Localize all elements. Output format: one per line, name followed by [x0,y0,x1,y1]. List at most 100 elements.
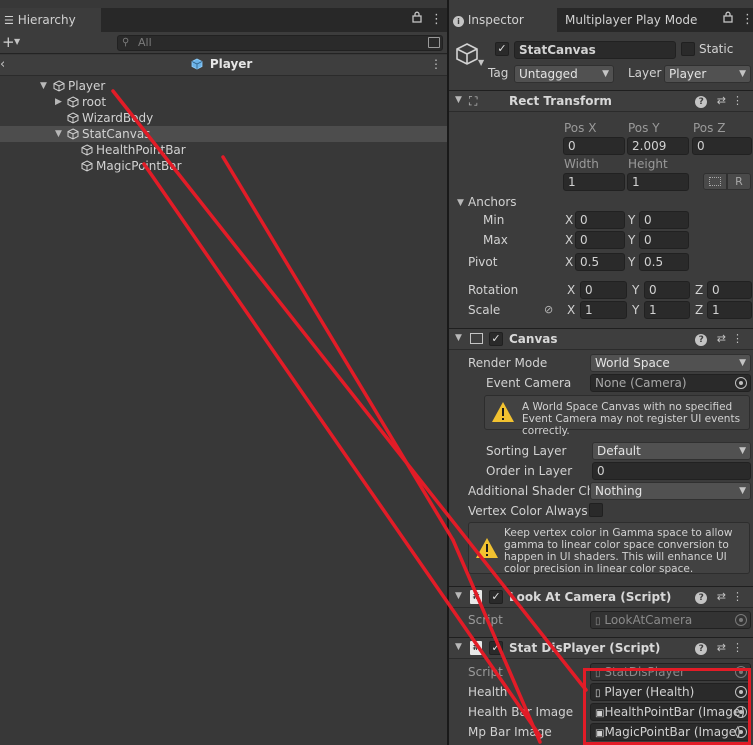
posx-field[interactable]: 0 [563,137,625,155]
scale-y-field[interactable]: 1 [644,301,690,319]
layer-dropdown[interactable]: Player ▼ [664,65,751,83]
order-in-layer-label: Order in Layer [486,464,573,478]
rect-transform-header[interactable]: ▼ ⛶ Rect Transform ? ⇄⋮ [449,90,753,112]
stat-displayer-header[interactable]: ▼ # ✓ Stat DisPlayer (Script) ? ⇄⋮ [449,637,753,659]
component-menu-icon[interactable]: ⋮ [732,94,749,107]
pivot-x-field[interactable]: 0.5 [575,253,625,271]
scale-x-field[interactable]: 1 [580,301,627,319]
look-at-enabled-checkbox[interactable]: ✓ [489,590,503,604]
tab-inspector[interactable]: i Inspector [449,8,557,32]
search-input[interactable]: ⚲ All [117,35,443,51]
scale-z-field[interactable]: 1 [707,301,752,319]
look-at-script-field: ▯ LookAtCamera [590,611,751,629]
search-options-icon[interactable] [428,37,440,48]
pivot-y-field[interactable]: 0.5 [639,253,689,271]
tree-item-root[interactable]: ▶ root [0,94,447,110]
unlink-icon[interactable]: ⊘ [544,303,553,316]
layer-label: Layer [628,66,662,80]
static-checkbox[interactable] [681,42,695,56]
health-field[interactable]: ▯ Player (Health) [590,683,751,701]
object-picker-icon[interactable] [735,686,747,698]
render-mode-dropdown[interactable]: World Space ▼ [590,354,751,372]
event-camera-field[interactable]: None (Camera) [590,374,751,392]
object-picker-icon[interactable] [735,706,747,718]
scene-menu-icon[interactable]: ⋮ [430,57,442,71]
posz-field[interactable]: 0 [692,137,752,155]
icon-dropdown-icon[interactable]: ▼ [478,58,484,67]
lock-icon[interactable] [412,8,422,32]
canvas-enabled-checkbox[interactable]: ✓ [489,332,503,346]
doc-icon: ▯ [595,616,601,627]
anchor-min-x-field[interactable]: 0 [575,211,625,229]
posy-field[interactable]: 2.009 [627,137,689,155]
canvas-header[interactable]: ▼ ✓ Canvas ? ⇄⋮ [449,328,753,350]
help-icon[interactable]: ? [695,592,708,604]
object-name-field[interactable]: StatCanvas [514,41,676,59]
mp-bar-image-field[interactable]: ▣MagicPointBar (Image) [590,723,751,741]
presets-icon[interactable]: ⇄ [717,94,732,107]
anchor-min-y-field[interactable]: 0 [639,211,689,229]
anchor-max-x-field[interactable]: 0 [575,231,625,249]
expand-arrow-icon[interactable]: ▼ [40,78,47,94]
object-picker-icon [735,666,747,678]
presets-icon[interactable]: ⇄ [717,332,732,345]
help-icon[interactable]: ? [695,643,708,655]
tree-item-magicpointbar[interactable]: MagicPointBar [0,158,447,174]
rotation-x-field[interactable]: 0 [580,281,627,299]
help-icon[interactable]: ? [695,334,708,346]
component-header-icons: ? ⇄⋮ [695,94,749,108]
more-menu-icon[interactable]: ⋮ [741,8,753,32]
hierarchy-tree: ▼ Player ▶ root WizardBody ▼ StatCanvas … [0,77,447,745]
object-picker-icon[interactable] [735,377,747,389]
rotation-y-field[interactable]: 0 [644,281,690,299]
x-label: X [565,213,574,227]
back-chevron-icon[interactable]: ‹ [0,57,5,72]
tree-item-healthpointbar[interactable]: HealthPointBar [0,142,447,158]
health-bar-image-value: HealthPointBar (Image) [604,705,745,719]
raw-edit-button[interactable]: R [727,173,751,190]
tree-item-statcanvas[interactable]: ▼ StatCanvas [0,126,447,142]
anchors-foldout-icon[interactable]: ▼ [457,198,464,208]
width-field[interactable]: 1 [563,173,625,191]
component-menu-icon[interactable]: ⋮ [732,590,749,603]
look-at-camera-header[interactable]: ▼ # ✓ Look At Camera (Script) ? ⇄⋮ [449,586,753,608]
foldout-arrow-icon[interactable]: ▼ [455,591,462,601]
component-menu-icon[interactable]: ⋮ [732,332,749,345]
tree-item-wizardbody[interactable]: WizardBody [0,110,447,126]
expand-arrow-icon[interactable]: ▼ [55,126,62,142]
doc-icon: ▯ [595,668,601,679]
stat-displayer-enabled-checkbox[interactable]: ✓ [489,641,503,655]
active-checkbox[interactable]: ✓ [495,42,509,56]
blueprint-icon [709,177,721,186]
height-field[interactable]: 1 [627,173,689,191]
help-icon[interactable]: ? [695,96,708,108]
tree-item-label: root [82,95,107,109]
object-picker-icon[interactable] [735,726,747,738]
component-menu-icon[interactable]: ⋮ [732,641,749,654]
tag-dropdown[interactable]: Untagged ▼ [514,65,614,83]
add-icon[interactable]: + [2,33,15,51]
rotation-z-field[interactable]: 0 [707,281,752,299]
tab-hierarchy[interactable]: ☰ Hierarchy [0,8,101,32]
order-in-layer-field[interactable]: 0 [592,462,751,480]
health-bar-image-field[interactable]: ▣HealthPointBar (Image) [590,703,751,721]
vertex-color-checkbox[interactable] [589,503,603,517]
foldout-arrow-icon[interactable]: ▼ [455,642,462,652]
presets-icon[interactable]: ⇄ [717,590,732,603]
lock-icon[interactable] [723,8,733,32]
blueprint-mode-button[interactable] [703,173,727,190]
tab-multiplayer-play-mode[interactable]: Multiplayer Play Mode [561,8,711,32]
presets-icon[interactable]: ⇄ [717,641,732,654]
sorting-layer-dropdown[interactable]: Default ▼ [592,442,751,460]
collapse-arrow-icon[interactable]: ▶ [55,94,62,110]
more-menu-icon[interactable]: ⋮ [430,8,443,32]
additional-shader-dropdown[interactable]: Nothing ▼ [590,482,751,500]
tree-item-player[interactable]: ▼ Player [0,78,447,94]
foldout-arrow-icon[interactable]: ▼ [455,95,462,105]
x-label: X [565,255,574,269]
warning-icon [476,538,498,558]
foldout-arrow-icon[interactable]: ▼ [455,333,462,343]
chevron-down-icon[interactable]: ▼ [14,37,20,46]
anchor-max-y-field[interactable]: 0 [639,231,689,249]
tab-inspector-label: Inspector [467,13,524,27]
